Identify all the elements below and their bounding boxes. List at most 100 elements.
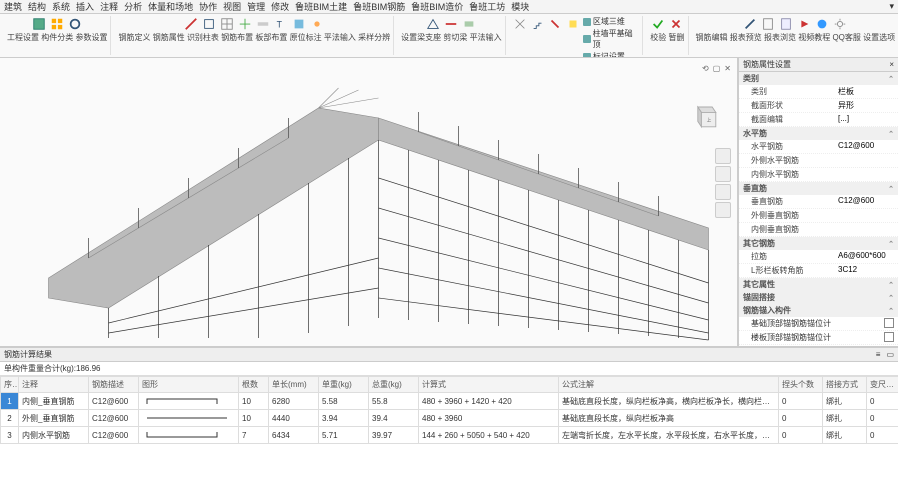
- rebar-layout-icon[interactable]: [237, 16, 253, 32]
- column-header[interactable]: 注释: [19, 377, 89, 393]
- column-header[interactable]: 搭接方式: [823, 377, 867, 393]
- extra-rebar-icon[interactable]: [548, 16, 564, 32]
- flat-input-icon[interactable]: [461, 16, 477, 32]
- project-settings-icon[interactable]: [31, 16, 47, 32]
- menu-item[interactable]: 插入: [76, 0, 94, 13]
- stack-item[interactable]: 标记设置: [583, 51, 625, 58]
- menu-item[interactable]: 结构: [28, 0, 46, 13]
- prop-value[interactable]: [838, 224, 894, 235]
- flat-method-icon[interactable]: [291, 16, 307, 32]
- rebar-define-icon[interactable]: [183, 16, 199, 32]
- column-header[interactable]: 公式注解: [559, 377, 779, 393]
- prop-section-head[interactable]: 其它属性: [739, 278, 898, 291]
- menu-item[interactable]: 鲁班BIM钢筋: [353, 0, 405, 13]
- prop-value[interactable]: [838, 169, 894, 180]
- menu-item[interactable]: 视图: [223, 0, 241, 13]
- column-header[interactable]: 单长(mm): [269, 377, 319, 393]
- prop-check-row[interactable]: 基础顶部锚钢筋锚位计: [739, 317, 898, 331]
- prop-row[interactable]: 类别栏板: [739, 85, 898, 99]
- prop-value[interactable]: [...]: [838, 114, 894, 125]
- sticker-icon[interactable]: [565, 16, 581, 32]
- column-header[interactable]: 捏头个数: [779, 377, 823, 393]
- prop-row[interactable]: 外侧水平钢筋: [739, 154, 898, 168]
- check-icon[interactable]: [650, 16, 666, 32]
- rebar-edit-icon[interactable]: [742, 16, 758, 32]
- prop-row[interactable]: 拉筋A6@600*600: [739, 250, 898, 264]
- prop-row[interactable]: 水平钢筋C12@600: [739, 140, 898, 154]
- prop-section-head[interactable]: 钢筋锚入构件: [739, 304, 898, 317]
- param-settings-icon[interactable]: [67, 16, 83, 32]
- prop-value[interactable]: C12@600: [838, 196, 894, 207]
- menu-item[interactable]: 鲁班工坊: [469, 0, 505, 13]
- report-browse-icon[interactable]: [778, 16, 794, 32]
- prop-check-row[interactable]: 楼板顶部锚钢筋锚位计: [739, 331, 898, 345]
- checkbox-icon[interactable]: [884, 332, 894, 342]
- config-icon[interactable]: [832, 16, 848, 32]
- prop-row[interactable]: L形栏板转角筋3C12: [739, 264, 898, 278]
- collapse-icon[interactable]: ▭: [886, 350, 894, 359]
- prop-value[interactable]: [838, 210, 894, 221]
- close-icon[interactable]: ×: [889, 60, 894, 69]
- qq-support-icon[interactable]: [814, 16, 830, 32]
- video-tutorial-icon[interactable]: [796, 16, 812, 32]
- column-header[interactable]: 变尺搭头数: [867, 377, 898, 393]
- prop-row[interactable]: 内侧垂直钢筋: [739, 223, 898, 237]
- slab-layout-icon[interactable]: [255, 16, 271, 32]
- beam-support-icon[interactable]: [425, 16, 441, 32]
- prop-value[interactable]: 栏板: [838, 86, 894, 97]
- prop-row[interactable]: 垂直钢筋C12@600: [739, 195, 898, 209]
- column-header[interactable]: 图形: [139, 377, 239, 393]
- dropdown-icon[interactable]: ▾: [889, 1, 894, 12]
- table-row[interactable]: 3内侧水平钢筋C12@600764345.7139.97144 + 260 + …: [1, 427, 898, 444]
- prop-section-head[interactable]: 其它钢筋: [739, 237, 898, 250]
- checkbox-icon[interactable]: [884, 318, 894, 328]
- prop-section-head[interactable]: 类别: [739, 72, 898, 85]
- prop-value[interactable]: [838, 155, 894, 166]
- prop-value[interactable]: A6@600*600: [838, 251, 894, 262]
- table-row[interactable]: 2外侧_垂直钢筋C12@6001044403.9439.4480 + 3960基…: [1, 410, 898, 427]
- column-header[interactable]: 总重(kg): [369, 377, 419, 393]
- menu-item[interactable]: 注释: [100, 0, 118, 13]
- column-header[interactable]: 单重(kg): [319, 377, 369, 393]
- menu-item[interactable]: 体量和场地: [148, 0, 193, 13]
- menu-item[interactable]: 模块: [511, 0, 529, 13]
- menu-item[interactable]: 建筑: [4, 0, 22, 13]
- prop-row[interactable]: 外侧垂直钢筋: [739, 209, 898, 223]
- inplace-anno-icon[interactable]: T: [273, 16, 289, 32]
- cut-beam-icon[interactable]: [443, 16, 459, 32]
- prop-section-head[interactable]: 水平筋: [739, 127, 898, 140]
- stack-item[interactable]: 柱墙平基础顶: [583, 28, 639, 50]
- prop-section-head[interactable]: 锚固搭接: [739, 291, 898, 304]
- prop-value[interactable]: 异形: [838, 100, 894, 111]
- menu-item[interactable]: 修改: [271, 0, 289, 13]
- menu-item[interactable]: 协作: [199, 0, 217, 13]
- stack-item[interactable]: 区域三维: [583, 16, 625, 27]
- component-class-icon[interactable]: [49, 16, 65, 32]
- menu-item[interactable]: 鲁班BIM土建: [295, 0, 347, 13]
- menu-item[interactable]: 分析: [124, 0, 142, 13]
- column-header[interactable]: 序号: [1, 377, 19, 393]
- prop-row[interactable]: 内侧水平钢筋: [739, 168, 898, 182]
- stair-rebar-icon[interactable]: [530, 16, 546, 32]
- sample-dpi-icon[interactable]: [309, 16, 325, 32]
- results-table-wrap[interactable]: 序号注释钢筋描述图形根数单长(mm)单重(kg)总重(kg)计算式公式注解捏头个…: [0, 376, 898, 500]
- column-header[interactable]: 钢筋描述: [89, 377, 139, 393]
- table-row[interactable]: 1内侧_垂直钢筋C12@6001062805.5855.8480 + 3960 …: [1, 393, 898, 410]
- menu-item[interactable]: 系统: [52, 0, 70, 13]
- node-trim-icon[interactable]: [513, 16, 529, 32]
- column-header[interactable]: 根数: [239, 377, 269, 393]
- rebar-props-icon[interactable]: [201, 16, 217, 32]
- column-table-icon[interactable]: [219, 16, 235, 32]
- report-preview-icon[interactable]: [760, 16, 776, 32]
- prop-row[interactable]: 截面形状异形: [739, 99, 898, 113]
- prop-value[interactable]: C12@600: [838, 141, 894, 152]
- expand-icon[interactable]: ≡: [876, 350, 881, 359]
- temp-delete-icon[interactable]: [668, 16, 684, 32]
- menu-item[interactable]: 鲁班BIM造价: [411, 0, 463, 13]
- prop-value[interactable]: 3C12: [838, 265, 894, 276]
- prop-section-head[interactable]: 垂直筋: [739, 182, 898, 195]
- 3d-viewport[interactable]: ⟲ ▢ ✕ 上: [0, 58, 738, 346]
- menu-item[interactable]: 管理: [247, 0, 265, 13]
- column-header[interactable]: 计算式: [419, 377, 559, 393]
- prop-row[interactable]: 截面编辑[...]: [739, 113, 898, 127]
